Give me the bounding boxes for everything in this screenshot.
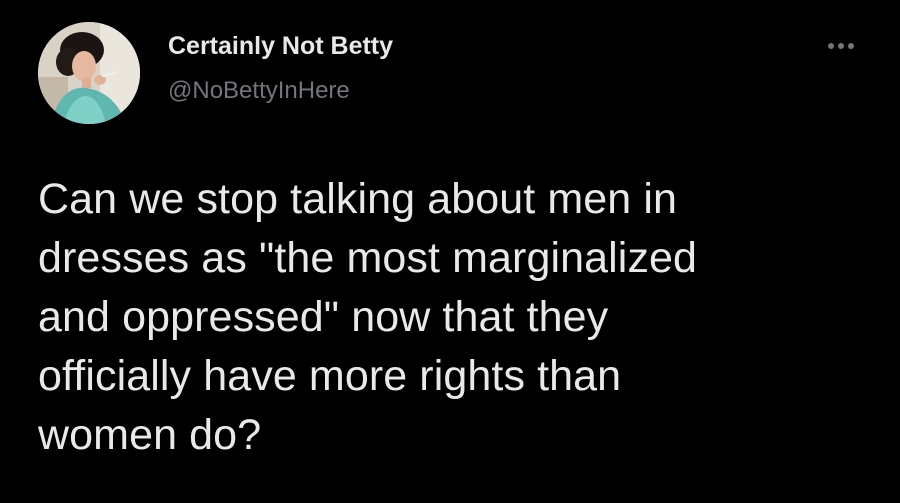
profile-photo-icon bbox=[38, 22, 140, 124]
avatar[interactable] bbox=[38, 22, 140, 124]
more-options-button[interactable] bbox=[824, 36, 864, 56]
author-display-name[interactable]: Certainly Not Betty bbox=[168, 32, 393, 61]
more-options-icon bbox=[828, 43, 854, 49]
tweet-text: Can we stop talking about men in dresses… bbox=[38, 175, 698, 459]
author-handle[interactable]: @NoBettyInHere bbox=[168, 77, 350, 105]
tweet-card: Certainly Not Betty @NoBettyInHere Can w… bbox=[0, 0, 900, 503]
